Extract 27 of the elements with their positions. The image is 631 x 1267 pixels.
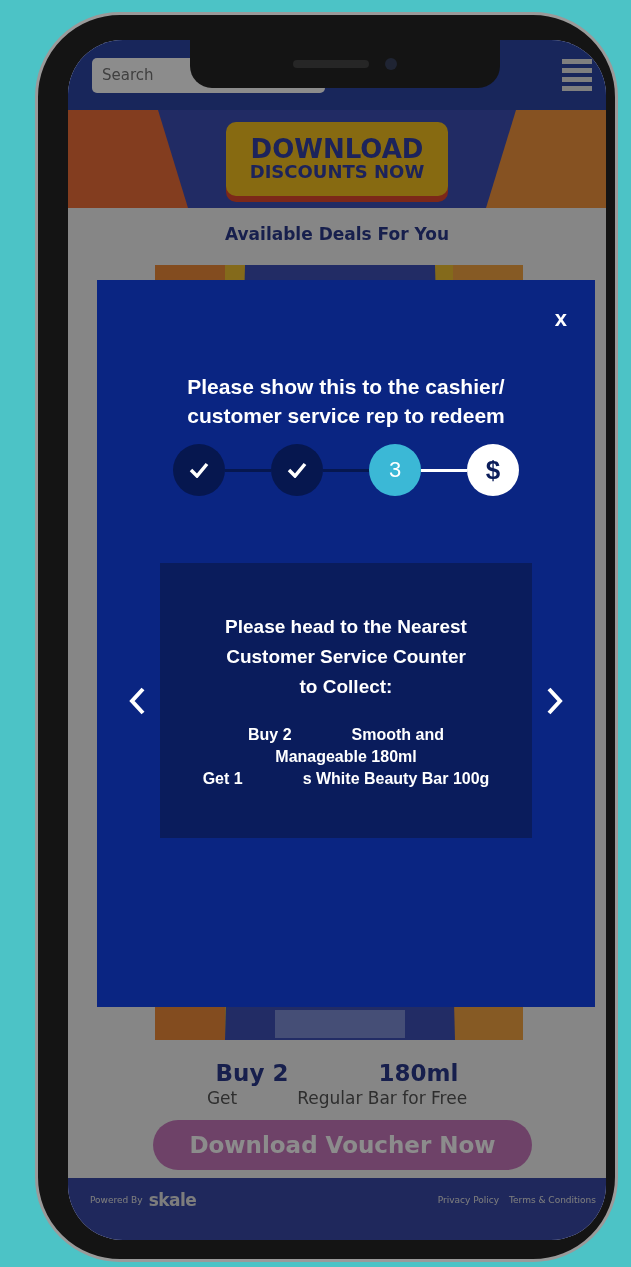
modal-title: Please show this to the cashier/ customer service rep to redeem <box>186 374 506 429</box>
deal-headline: Buy 2 <box>215 1060 289 1086</box>
close-button[interactable]: x <box>548 304 573 334</box>
check-icon <box>287 462 307 478</box>
section-title: Available Deals For You <box>223 223 451 246</box>
download-voucher-button[interactable]: Download Voucher Now <box>153 1120 532 1170</box>
deal-subline: Get <box>206 1088 238 1110</box>
product-text: Buy 2 <box>248 724 292 745</box>
footer-link[interactable]: Terms & Conditions <box>509 1195 596 1205</box>
powered-by-text: Powered By <box>90 1195 143 1205</box>
product-text: Get 1 <box>202 768 243 789</box>
step-indicator: 3 <box>369 444 421 496</box>
step-indicator: $ <box>467 444 519 496</box>
footer-link[interactable]: Privacy Policy <box>437 1195 500 1205</box>
deal-subline: Regular Bar for Free <box>297 1088 468 1110</box>
banner-text: DOWNLOAD <box>250 135 424 164</box>
product-text: Smooth and <box>351 724 444 745</box>
chevron-right-icon[interactable] <box>546 685 564 716</box>
product-text: Manageable 180ml <box>275 746 417 767</box>
instruction-heading: Please head to the Nearest Customer Service Counter to Collect: <box>224 614 468 699</box>
brand-logo: skale <box>148 1190 197 1210</box>
chevron-left-icon[interactable] <box>128 685 146 716</box>
deal-headline: 180ml <box>378 1060 459 1086</box>
menu-icon[interactable] <box>562 59 592 91</box>
check-icon <box>189 462 209 478</box>
banner-text: DISCOUNTS NOW <box>249 163 425 183</box>
product-text: s White Beauty Bar 100g <box>302 768 490 789</box>
